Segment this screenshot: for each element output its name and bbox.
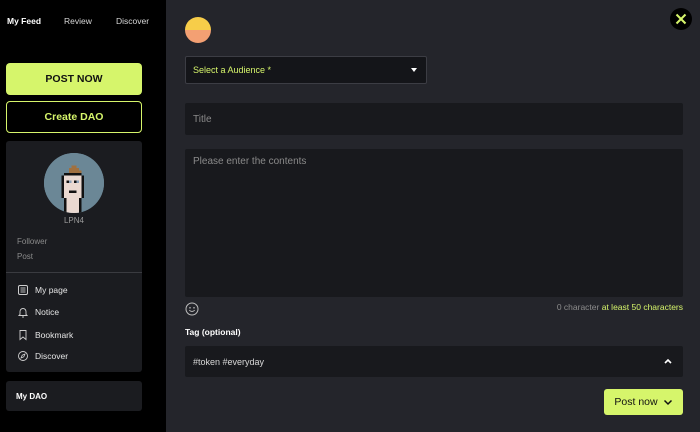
bell-icon	[17, 308, 29, 318]
chevron-down-icon	[663, 399, 672, 406]
post-now-button[interactable]: Post now	[604, 389, 683, 415]
emoji-icon[interactable]	[185, 302, 199, 316]
tab-my-feed[interactable]: My Feed	[7, 16, 41, 26]
content-textarea[interactable]	[185, 149, 683, 297]
tag-field[interactable]: #token #everyday	[185, 346, 683, 377]
tag-label: Tag (optional)	[185, 327, 241, 337]
my-dao-section[interactable]: My DAO	[6, 381, 142, 411]
audience-select-label: Select a Audience *	[193, 65, 272, 75]
character-count: 0 character	[556, 302, 600, 312]
username: LPN4	[63, 216, 84, 225]
menu-item-label: My page	[35, 285, 68, 295]
bookmark-icon	[19, 330, 27, 341]
create-dao-button[interactable]: Create DAO	[6, 101, 142, 133]
menu-item-label: Notice	[35, 307, 60, 317]
menu-item-label: Discover	[35, 351, 69, 361]
menu-item-discover[interactable]: Discover	[17, 349, 68, 363]
menu-item-label: Bookmark	[35, 330, 74, 340]
menu-item-bookmark[interactable]: Bookmark	[17, 328, 73, 342]
close-icon	[675, 13, 687, 25]
divider	[6, 272, 142, 273]
title-input[interactable]	[185, 103, 683, 135]
menu-item-notice[interactable]: Notice	[17, 305, 59, 319]
post-stat[interactable]: Post	[17, 252, 33, 261]
sidebar: My Feed Review Discover POST NOW Create …	[0, 0, 166, 432]
menu-item-my-page[interactable]: My page	[17, 283, 68, 297]
chevron-up-icon[interactable]	[663, 357, 673, 365]
profile-card: LPN4 Follower Post My page Notice Bookma…	[6, 141, 142, 372]
caret-down-icon	[411, 68, 417, 72]
post-now-label: Post now	[614, 396, 658, 408]
tab-discover[interactable]: Discover	[116, 16, 149, 26]
follower-stat[interactable]: Follower	[17, 237, 47, 246]
tab-review[interactable]: Review	[64, 16, 92, 26]
pixel-punk-avatar-icon	[44, 153, 104, 213]
character-minimum: at least 50 characters	[601, 302, 683, 312]
user-avatar-badge	[185, 17, 211, 43]
audience-select[interactable]: Select a Audience *	[185, 56, 427, 84]
page-icon	[18, 285, 28, 295]
feed-tabs: My Feed Review Discover	[0, 16, 166, 30]
avatar[interactable]	[44, 153, 104, 213]
post-now-sidebar-button[interactable]: POST NOW	[6, 63, 142, 95]
tag-value: #token #everyday	[193, 356, 265, 367]
post-composer-panel: Select a Audience * 0 character at least…	[166, 0, 700, 432]
character-counter: 0 character at least 50 characters	[557, 302, 683, 312]
compass-icon	[18, 351, 28, 361]
close-button[interactable]	[670, 8, 692, 30]
